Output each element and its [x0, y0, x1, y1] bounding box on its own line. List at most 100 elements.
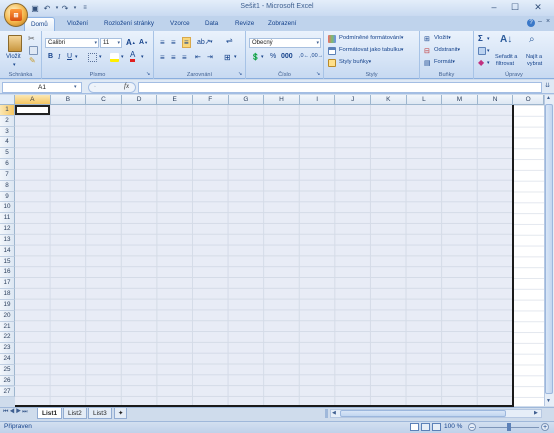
column-header-e[interactable]: E [157, 95, 193, 105]
zoom-slider-thumb[interactable] [507, 423, 511, 431]
column-header-i[interactable]: I [299, 95, 336, 105]
sort-filter-label-2[interactable]: filtrovat [496, 61, 514, 67]
number-dialog-launcher-icon[interactable]: ↘ [316, 71, 320, 77]
row-header-11[interactable]: 11 [0, 213, 15, 225]
row-header-6[interactable]: 6 [0, 159, 15, 170]
column-header-d[interactable]: D [121, 95, 158, 105]
vertical-scroll-thumb[interactable] [545, 104, 553, 394]
sheet-tab-list2[interactable]: List2 [63, 408, 87, 419]
row-header-24[interactable]: 24 [0, 354, 15, 365]
font-name-combo[interactable]: Calibri ▾ [45, 38, 99, 48]
tab-formulas[interactable]: Vzorce [164, 17, 196, 31]
currency-dropdown-icon[interactable]: ▾ [261, 54, 264, 60]
column-header-m[interactable]: M [442, 95, 478, 105]
row-header-8[interactable]: 8 [0, 180, 15, 192]
save-icon[interactable]: ▣ [30, 3, 40, 13]
decrease-indent-icon[interactable]: ⇤ [195, 53, 201, 61]
row-header-3[interactable]: 3 [0, 126, 15, 138]
zoom-in-icon[interactable]: + [541, 423, 549, 431]
sheet-nav-icons[interactable]: ⏮◀▶⏭ [3, 409, 29, 416]
doc-close-icon[interactable]: × [546, 18, 550, 25]
column-header-g[interactable]: G [228, 95, 265, 105]
redo-icon[interactable]: ↷ [60, 3, 70, 13]
font-dialog-launcher-icon[interactable]: ↘ [146, 71, 150, 77]
orientation-dropdown-icon[interactable]: ▾ [210, 39, 213, 45]
find-select-label-1[interactable]: Najít a [526, 54, 542, 60]
find-select-icon[interactable]: ⌕ [529, 34, 535, 45]
row-header-20[interactable]: 20 [0, 310, 15, 322]
shrink-font-icon[interactable]: A ▼ [139, 39, 148, 46]
sort-filter-label-1[interactable]: Seřadit a [495, 54, 517, 60]
align-top-icon[interactable]: ≡ [160, 38, 165, 47]
currency-icon[interactable]: 💲 [251, 53, 260, 61]
tab-split-handle[interactable] [325, 409, 328, 418]
insert-sheet-icon[interactable]: ✦ [114, 408, 128, 419]
clear-icon[interactable]: ◆ [478, 58, 484, 67]
select-all-corner[interactable] [0, 95, 15, 105]
name-box-dropdown-icon[interactable]: ▾ [74, 84, 77, 90]
row-header-26[interactable]: 26 [0, 375, 15, 387]
formula-collapse-icon[interactable]: ◦ [94, 84, 96, 90]
help-icon[interactable]: ? [527, 19, 535, 27]
paste-icon[interactable] [8, 35, 22, 52]
align-right-icon[interactable]: ≡ [182, 53, 187, 62]
increase-indent-icon[interactable]: ⇥ [207, 53, 213, 61]
clear-dropdown-icon[interactable]: ▾ [487, 60, 490, 66]
align-left-icon[interactable]: ≡ [160, 53, 165, 62]
autosum-icon[interactable]: Σ [478, 34, 483, 43]
comma-style-icon[interactable]: 000 [281, 53, 293, 60]
align-bottom-icon[interactable]: ≡ [182, 37, 191, 48]
percent-icon[interactable]: % [270, 53, 276, 60]
horizontal-scroll-thumb[interactable] [340, 410, 506, 417]
column-header-j[interactable]: J [335, 95, 371, 105]
row-header-12[interactable]: 12 [0, 224, 15, 235]
align-center-icon[interactable]: ≡ [171, 53, 176, 62]
wrap-text-icon[interactable]: ⇌ [226, 36, 233, 45]
ribbon-minimize-icon[interactable]: – [538, 18, 542, 25]
row-header-10[interactable]: 10 [0, 202, 15, 214]
scroll-right-icon[interactable]: ▶ [534, 410, 538, 416]
column-header-o[interactable]: O [513, 95, 544, 105]
borders-dropdown-icon[interactable]: ▾ [99, 54, 102, 60]
decrease-decimal-icon[interactable]: ,00→ [310, 53, 323, 59]
copy-icon[interactable] [29, 46, 38, 55]
font-name-dropdown-icon[interactable]: ▾ [94, 39, 97, 48]
column-header-b[interactable]: B [50, 95, 87, 105]
zoom-out-icon[interactable]: – [468, 423, 476, 431]
scroll-up-icon[interactable]: ▲ [546, 95, 551, 101]
delete-cells-button[interactable]: Odstranit ▾ [434, 47, 460, 53]
bold-icon[interactable]: B [48, 53, 53, 60]
find-select-label-2[interactable]: vybrat [527, 61, 542, 67]
row-header-27[interactable]: 27 [0, 386, 15, 398]
row-header-14[interactable]: 14 [0, 245, 15, 257]
fill-color-dropdown-icon[interactable]: ▾ [121, 54, 124, 60]
merge-dropdown-icon[interactable]: ▾ [234, 54, 237, 60]
row-header-7[interactable]: 7 [0, 169, 15, 181]
row-header-23[interactable]: 23 [0, 343, 15, 354]
column-header-c[interactable]: C [86, 95, 122, 105]
column-header-f[interactable]: F [193, 95, 229, 105]
number-format-dropdown-icon[interactable]: ▾ [316, 39, 319, 48]
format-as-table-button[interactable]: Formátovat jako tabulku ▾ [339, 47, 403, 53]
fill-icon[interactable] [478, 47, 486, 55]
row-header-17[interactable]: 17 [0, 278, 15, 290]
row-header-4[interactable]: 4 [0, 137, 15, 149]
merge-center-icon[interactable]: ⊞ [224, 53, 231, 62]
column-o-area[interactable] [513, 105, 544, 406]
row-header-19[interactable]: 19 [0, 299, 15, 311]
tab-review[interactable]: Revize [229, 17, 260, 31]
insert-cells-button[interactable]: Vložit ▾ [434, 35, 451, 41]
cut-icon[interactable]: ✂ [28, 34, 35, 43]
row-header-2[interactable]: 2 [0, 115, 15, 127]
insert-function-icon[interactable]: fx [124, 82, 129, 90]
underline-dropdown-icon[interactable]: ▾ [75, 54, 78, 60]
sort-filter-icon[interactable]: A↓ [500, 34, 512, 45]
font-size-dropdown-icon[interactable]: ▾ [117, 39, 120, 48]
redo-dropdown-icon[interactable]: ▾ [70, 3, 80, 13]
paste-dropdown-icon[interactable]: ▾ [13, 62, 16, 68]
row-header-13[interactable]: 13 [0, 234, 15, 246]
scroll-down-icon[interactable]: ▼ [546, 398, 551, 404]
row-header-25[interactable]: 25 [0, 364, 15, 376]
column-header-h[interactable]: H [264, 95, 300, 105]
name-box[interactable]: A1 [2, 82, 82, 93]
